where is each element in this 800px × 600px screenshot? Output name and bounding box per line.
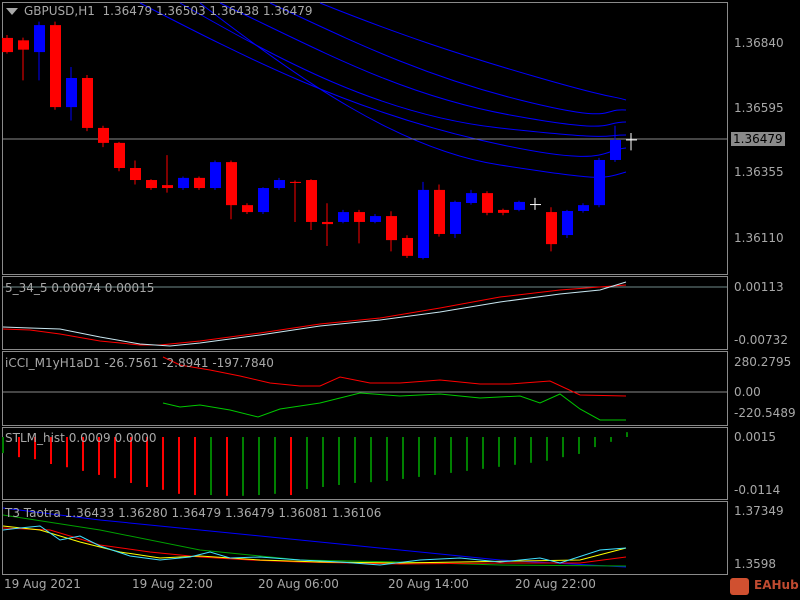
candle-body bbox=[354, 212, 365, 222]
candle-body bbox=[50, 25, 61, 108]
candle-body bbox=[290, 181, 301, 183]
price-label: 1.36110 bbox=[734, 231, 784, 245]
time-label: 20 Aug 06:00 bbox=[258, 577, 339, 591]
current-price-box: 1.36479 bbox=[731, 132, 785, 146]
stlm-label: STLM_hist 0.0009 0.0000 bbox=[5, 431, 157, 445]
candle-body bbox=[98, 127, 109, 143]
t3-label: T3 Taotra 1.36433 1.36280 1.36479 1.3647… bbox=[5, 506, 382, 520]
candle-body bbox=[18, 40, 29, 50]
candle-body bbox=[514, 201, 525, 210]
candle-body bbox=[498, 209, 509, 213]
cci-min: -220.5489 bbox=[734, 406, 796, 420]
candle-body bbox=[210, 162, 221, 189]
candle-body bbox=[450, 201, 461, 234]
candle-body bbox=[610, 139, 621, 160]
candle-body bbox=[130, 168, 141, 181]
candle-body bbox=[434, 189, 445, 234]
candle-body bbox=[530, 204, 541, 206]
candle-body bbox=[258, 188, 269, 213]
time-label: 20 Aug 14:00 bbox=[388, 577, 469, 591]
ao-min: -0.00732 bbox=[734, 333, 788, 347]
candles bbox=[2, 21, 637, 260]
time-label: 19 Aug 2021 bbox=[4, 577, 81, 591]
stlm-min: -0.0114 bbox=[734, 483, 781, 497]
cci-label: iCCI_M1yH1aD1 -26.7561 -2.8941 -197.7840 bbox=[5, 356, 274, 370]
symbol-label: GBPUSD,H1 bbox=[24, 4, 95, 18]
cci-zero: 0.00 bbox=[734, 385, 761, 399]
collapse-triangle-icon[interactable] bbox=[6, 8, 18, 15]
time-label: 19 Aug 22:00 bbox=[132, 577, 213, 591]
candle-body bbox=[306, 180, 317, 222]
candle-body bbox=[242, 205, 253, 213]
candle-body bbox=[226, 162, 237, 206]
candle-body bbox=[482, 193, 493, 213]
ao-max: 0.00113 bbox=[734, 280, 784, 294]
price-label: 1.36355 bbox=[734, 165, 784, 179]
t3-min: 1.3598 bbox=[734, 557, 776, 571]
candle-body bbox=[66, 77, 77, 108]
time-label: 20 Aug 22:00 bbox=[515, 577, 596, 591]
candle-body bbox=[562, 211, 573, 236]
candle-body bbox=[466, 193, 477, 203]
brand-label: EAHub bbox=[754, 578, 799, 592]
t3-max: 1.37349 bbox=[734, 504, 784, 518]
candle-body bbox=[322, 221, 333, 225]
candle-body bbox=[338, 212, 349, 222]
symbol-header: GBPUSD,H1 1.36479 1.36503 1.36438 1.3647… bbox=[24, 4, 312, 18]
candle-body bbox=[594, 159, 605, 206]
price-label: 1.36595 bbox=[734, 101, 784, 115]
eahub-logo-icon bbox=[730, 578, 749, 595]
stlm-max: 0.0015 bbox=[734, 430, 776, 444]
candle-body bbox=[82, 77, 93, 128]
candle-body bbox=[626, 139, 637, 141]
candle-body bbox=[578, 205, 589, 212]
cci-green-line bbox=[162, 392, 626, 421]
candle-body bbox=[274, 180, 285, 189]
ohlc-values: 1.36479 1.36503 1.36438 1.36479 bbox=[102, 4, 313, 18]
candle-body bbox=[114, 142, 125, 168]
envelope-bands bbox=[139, 2, 627, 178]
candle-body bbox=[146, 180, 157, 189]
candle-body bbox=[162, 185, 173, 189]
ao-label: 5_34_5 0.00074 0.00015 bbox=[5, 281, 155, 295]
candle-body bbox=[178, 177, 189, 189]
candle-body bbox=[386, 216, 397, 241]
price-label: 1.36840 bbox=[734, 36, 784, 50]
candle-body bbox=[418, 189, 429, 259]
candle-body bbox=[34, 25, 45, 53]
candle-body bbox=[402, 237, 413, 256]
candle-body bbox=[2, 37, 13, 53]
candle-body bbox=[546, 212, 557, 245]
candle-body bbox=[370, 216, 381, 222]
cci-max: 280.2795 bbox=[734, 355, 792, 369]
t3-cyan-line bbox=[2, 525, 627, 566]
candle-body bbox=[194, 177, 205, 189]
